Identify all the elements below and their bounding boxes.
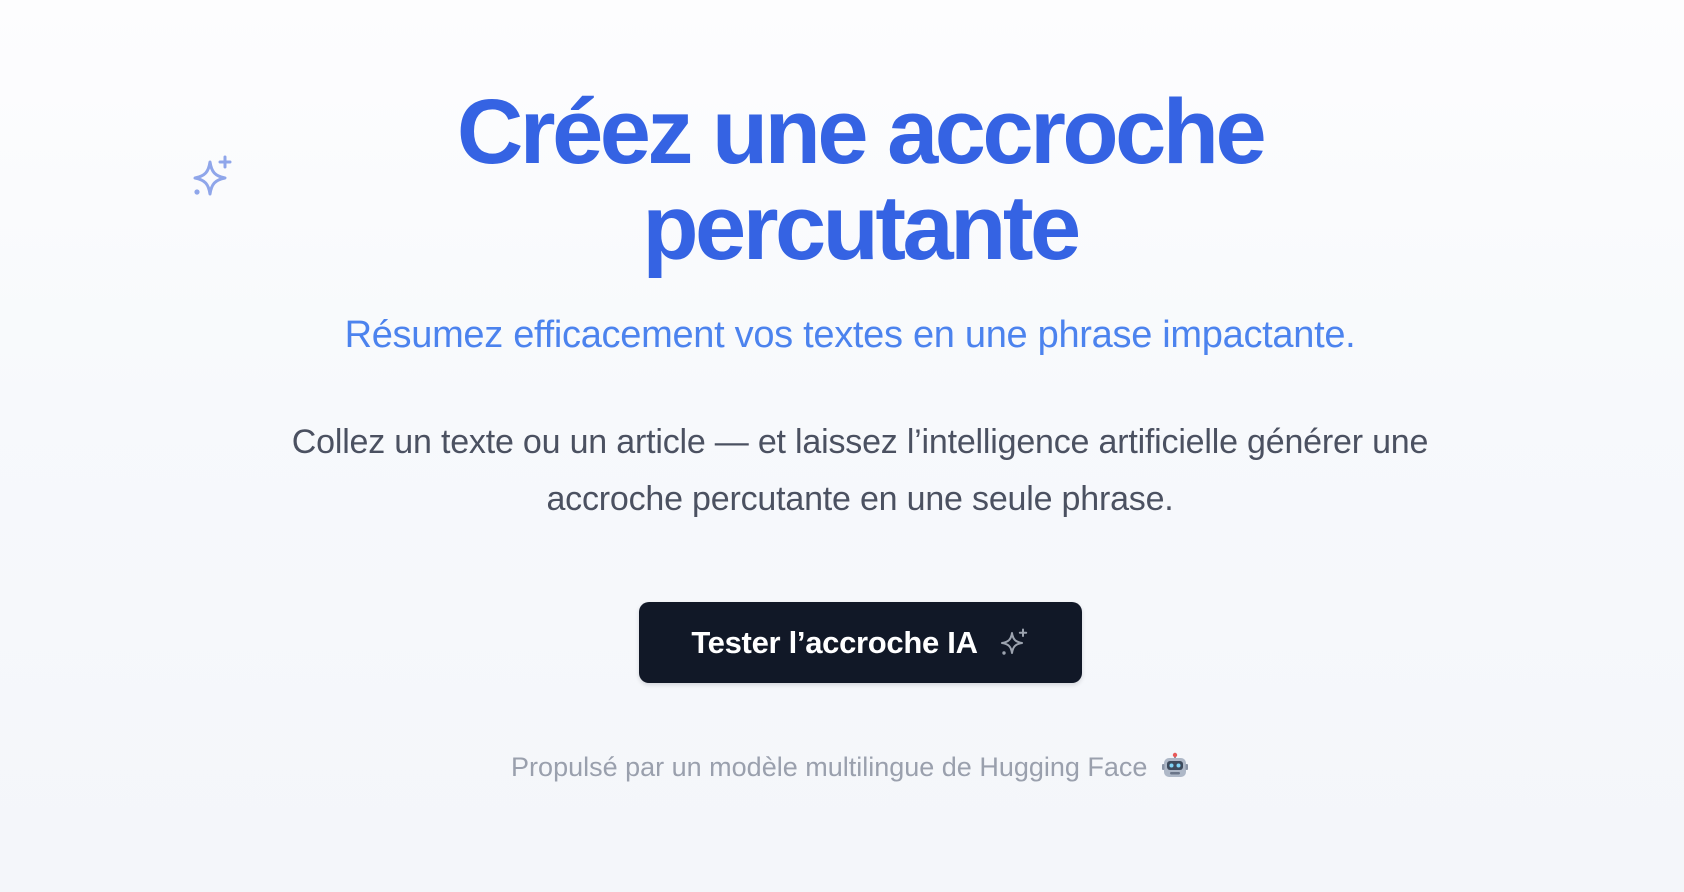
sparkles-icon [1000,628,1027,655]
robot-icon [1161,752,1188,777]
powered-by-note: Propulsé par un modèle multilingue de Hu… [0,750,1684,784]
title-line-2: percutante [642,177,1081,279]
page-title: Créez une accroche percutante [0,84,1684,276]
powered-by-text: Propulsé par un modèle multilingue de Hu… [511,752,1148,782]
page-subtitle: Résumez efficacement vos textes en une p… [344,314,1356,356]
title-line-1: Créez une accroche [456,81,1267,183]
description: Collez un texte ou un article — et laiss… [230,414,1490,528]
description-line-2: accroche percutante en une seule phrase. [546,480,1174,518]
try-hook-button-label: Tester l’accroche IA [691,624,978,660]
try-hook-button[interactable]: Tester l’accroche IA [639,602,1082,683]
description-line-1: Collez un texte ou un article — et laiss… [291,423,1429,461]
